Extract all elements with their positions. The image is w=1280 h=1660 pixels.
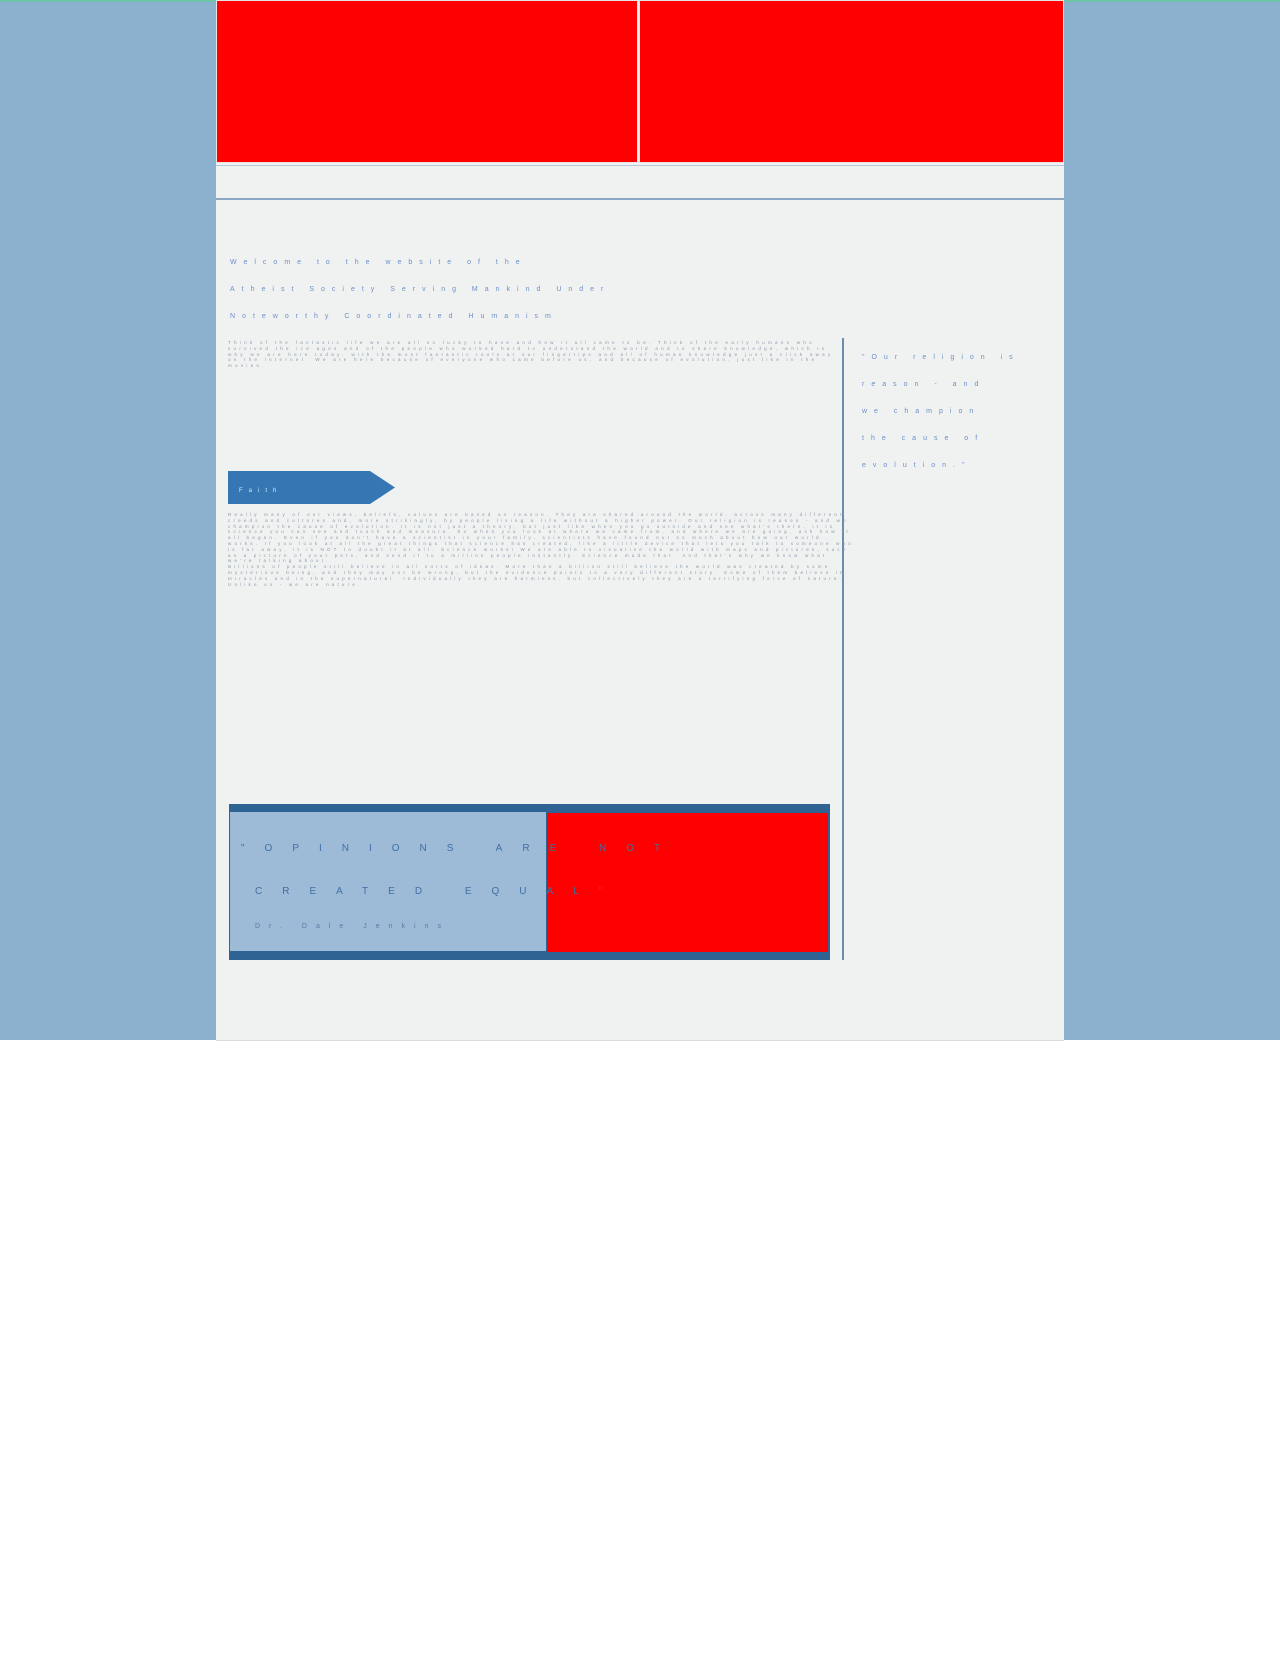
sidebar-divider <box>842 338 844 960</box>
featured-quote-line-1: "OPINIONS ARE NOT <box>241 843 681 854</box>
intro-paragraph: Think of the fantastic life we are all s… <box>228 340 834 369</box>
welcome-heading: Welcome to the website of the Atheist So… <box>230 257 830 338</box>
navigation-bar <box>216 165 1064 200</box>
featured-quote-author: Dr. Dale Jenkins <box>255 923 450 930</box>
welcome-line-1: Welcome to the website of the <box>230 259 527 266</box>
featured-quote-panel <box>230 812 546 951</box>
featured-quote-image <box>547 813 828 952</box>
faith-paragraph-2: Billions of people still believe in all … <box>228 564 846 587</box>
pull-quote-line-1: "Our religion is <box>862 354 1020 361</box>
header-banner-image-left <box>216 0 638 163</box>
welcome-line-2: Atheist Society Serving Mankind Under <box>230 286 611 293</box>
pull-quote-line-3: we champion <box>862 408 981 415</box>
page-bottom-border <box>216 1040 1064 1041</box>
welcome-line-3: Noteworthy Coordinated Humanism <box>230 313 558 320</box>
pull-quote-line-5: evolution." <box>862 462 972 469</box>
sidebar-pull-quote: "Our religion is reason - and we champio… <box>862 352 1042 487</box>
faith-section-body: Really many of our views, beliefs, value… <box>228 512 856 587</box>
header-banner-image-right <box>639 0 1064 163</box>
featured-quote-line-2: CREATED EQUAL" <box>255 886 623 897</box>
pull-quote-line-4: the cause of <box>862 435 985 442</box>
pull-quote-line-2: reason - and <box>862 381 986 388</box>
faith-section-label: Faith <box>239 488 283 494</box>
faith-paragraph-1: Really many of our views, beliefs, value… <box>228 512 854 564</box>
